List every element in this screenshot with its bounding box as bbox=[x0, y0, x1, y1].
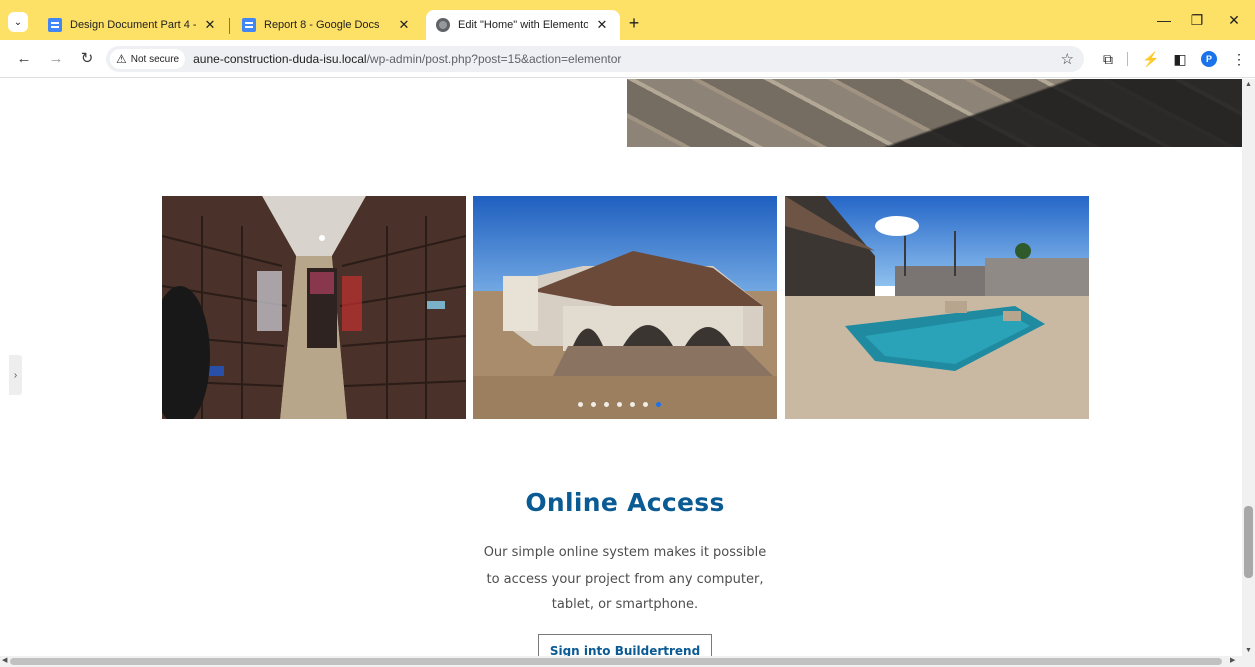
google-docs-icon bbox=[48, 18, 62, 32]
address-bar[interactable]: ⚠ Not secure aune-construction-duda-isu.… bbox=[106, 46, 1084, 72]
description-line: tablet, or smartphone. bbox=[551, 597, 699, 612]
sign-into-buildertrend-button[interactable]: Sign into Buildertrend bbox=[538, 634, 712, 656]
image-carousel[interactable] bbox=[162, 196, 1089, 419]
vertical-scrollbar[interactable]: ▲ ▼ bbox=[1242, 79, 1255, 656]
carousel-dot[interactable] bbox=[578, 402, 583, 407]
menu-icon[interactable]: ⋮ bbox=[1229, 49, 1249, 69]
globe-icon bbox=[436, 18, 450, 32]
tab-edit-home-elementor[interactable]: Edit "Home" with Elementor ✕ bbox=[426, 10, 620, 40]
browser-toolbar: ← → ↻ ⚠ Not secure aune-construction-dud… bbox=[0, 40, 1255, 78]
close-icon[interactable]: ✕ bbox=[202, 17, 218, 33]
side-panel-icon[interactable]: ◧ bbox=[1170, 49, 1190, 69]
toolbar-divider bbox=[1127, 52, 1128, 66]
walk-in-closet-photo bbox=[162, 196, 466, 419]
security-label: Not secure bbox=[130, 53, 180, 65]
scroll-left-icon[interactable]: ◀ bbox=[2, 656, 7, 664]
new-tab-button[interactable]: + bbox=[624, 13, 644, 33]
extensions-icon[interactable]: ⧉ bbox=[1098, 49, 1118, 69]
scroll-down-icon[interactable]: ▼ bbox=[1242, 647, 1255, 654]
tab-search-button[interactable]: ⌄ bbox=[8, 12, 28, 32]
carousel-dot[interactable] bbox=[617, 402, 622, 407]
tab-design-document[interactable]: Design Document Part 4 - Goog ✕ bbox=[38, 10, 228, 40]
description-line: Our simple online system makes it possib… bbox=[483, 545, 767, 560]
tab-title: Edit "Home" with Elementor bbox=[458, 19, 588, 31]
tab-divider bbox=[229, 18, 230, 34]
close-icon[interactable]: ✕ bbox=[396, 17, 412, 33]
patio-pavers-photo bbox=[627, 79, 1242, 147]
horizontal-scroll-thumb[interactable] bbox=[10, 658, 1222, 665]
carousel-pagination[interactable] bbox=[578, 402, 661, 407]
scroll-up-icon[interactable]: ▲ bbox=[1242, 81, 1255, 88]
carousel-dot[interactable] bbox=[591, 402, 596, 407]
description-line: to access your project from any computer… bbox=[486, 572, 764, 587]
warning-icon: ⚠ bbox=[116, 52, 127, 66]
url-path: /wp-admin/post.php?post=15&action=elemen… bbox=[366, 52, 622, 66]
tab-title: Design Document Part 4 - Goog bbox=[70, 19, 196, 31]
backyard-pool-photo bbox=[785, 196, 1089, 419]
carousel-dot-active[interactable] bbox=[656, 402, 661, 407]
scroll-right-icon[interactable]: ▶ bbox=[1230, 656, 1235, 664]
tab-report-8[interactable]: Report 8 - Google Docs ✕ bbox=[232, 10, 422, 40]
section-title: Online Access bbox=[525, 488, 725, 517]
forward-button[interactable]: → bbox=[46, 49, 66, 69]
bookmark-star-icon[interactable]: ☆ bbox=[1061, 50, 1074, 68]
reload-button[interactable]: ↻ bbox=[77, 49, 97, 69]
minimize-button[interactable]: — bbox=[1154, 12, 1174, 28]
carousel-dot[interactable] bbox=[643, 402, 648, 407]
vertical-scroll-thumb[interactable] bbox=[1244, 506, 1253, 578]
profile-avatar[interactable]: P bbox=[1201, 51, 1217, 67]
url-text[interactable]: aune-construction-duda-isu.local/wp-admi… bbox=[193, 52, 621, 66]
window-close-button[interactable]: ✕ bbox=[1224, 12, 1244, 29]
horizontal-scrollbar[interactable]: ◀ ▶ bbox=[0, 656, 1255, 667]
elementor-panel-toggle[interactable]: › bbox=[9, 355, 22, 395]
back-button[interactable]: ← bbox=[14, 49, 34, 69]
chevron-right-icon: › bbox=[13, 369, 18, 381]
carousel-dot[interactable] bbox=[630, 402, 635, 407]
url-host: aune-construction-duda-isu.local bbox=[193, 52, 367, 66]
site-security-chip[interactable]: ⚠ Not secure bbox=[110, 49, 186, 69]
performance-icon[interactable]: ⚡ bbox=[1141, 49, 1161, 69]
carousel-dot[interactable] bbox=[604, 402, 609, 407]
google-docs-icon bbox=[242, 18, 256, 32]
chevron-down-icon: ⌄ bbox=[13, 16, 23, 28]
house-exterior-photo bbox=[473, 196, 777, 419]
page-viewport: › Online Access Our simple online system… bbox=[0, 79, 1242, 656]
tab-title: Report 8 - Google Docs bbox=[264, 19, 380, 31]
browser-tab-strip: ⌄ Design Document Part 4 - Goog ✕ Report… bbox=[0, 0, 1255, 40]
restore-button[interactable]: ❐ bbox=[1187, 12, 1207, 29]
close-icon[interactable]: ✕ bbox=[594, 17, 610, 33]
